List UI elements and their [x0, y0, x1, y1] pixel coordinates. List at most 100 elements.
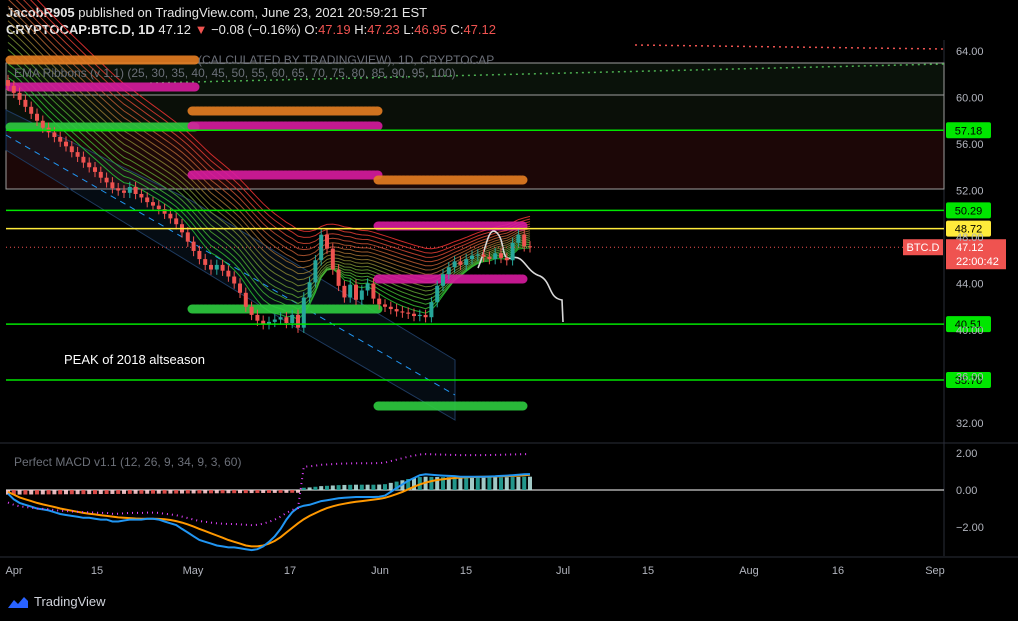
candle-body	[470, 255, 474, 260]
x-tick-label: Sep	[925, 565, 945, 577]
macd-histogram-bar	[267, 490, 271, 493]
macd-histogram-bar	[307, 487, 312, 490]
candle-body	[81, 156, 86, 163]
candle-body	[52, 132, 57, 138]
candle-body	[220, 264, 225, 271]
macd-histogram-bar	[174, 490, 179, 494]
macd-histogram-bar	[336, 485, 341, 490]
macd-histogram-bar	[238, 490, 242, 494]
candle-body	[185, 232, 190, 242]
candle-body	[58, 137, 63, 142]
macd-histogram-bar	[522, 476, 527, 490]
macd-histogram-bar	[145, 490, 150, 494]
candle-body	[307, 282, 312, 298]
macd-histogram-bar	[371, 484, 376, 490]
candle-body	[371, 283, 376, 299]
ribbon-indicator-title[interactable]: EMA Ribbons (v 1.1) (25, 30, 35, 40, 45,…	[14, 66, 456, 80]
candle-body	[243, 292, 248, 307]
macd-histogram-bar	[319, 486, 324, 490]
candle-body	[110, 182, 115, 189]
candle-body	[11, 85, 16, 93]
candle[interactable]	[301, 292, 306, 333]
candle-body	[394, 309, 399, 312]
candle-body	[342, 285, 347, 298]
macd-histogram-bar	[29, 490, 34, 495]
x-tick-label: May	[183, 565, 204, 577]
macd-histogram-bar	[220, 490, 225, 494]
candle-body	[499, 253, 503, 258]
macd-histogram-bar	[162, 490, 167, 494]
candle-body	[429, 302, 434, 318]
candle-body	[64, 141, 68, 147]
x-tick-label: 15	[91, 565, 103, 577]
macd-histogram-bar	[40, 490, 45, 495]
macd-histogram-bar	[487, 477, 492, 490]
macd-histogram-bar	[93, 490, 97, 495]
y-tick-label: 44.00	[956, 279, 984, 291]
macd-histogram-bar	[290, 490, 295, 493]
macd-histogram-bar	[325, 485, 329, 490]
level-tag-text: 50.29	[955, 205, 983, 217]
candle-body	[151, 202, 155, 206]
macd-histogram-bar	[272, 490, 277, 493]
candle-body	[388, 306, 393, 310]
source-indicator-title[interactable]: (CALCULATED BY TRADINGVIEW), 1D, CRYPTOC…	[198, 53, 494, 67]
candle-body	[336, 269, 341, 286]
candle-body	[510, 242, 515, 261]
candle-body	[168, 213, 173, 219]
macd-histogram-bar	[330, 485, 335, 490]
peak-annotation: PEAK of 2018 altseason	[64, 352, 205, 367]
price-chart[interactable]: 57.1850.2948.7240.5135.70BTC.D 47.1222:00…	[0, 0, 1018, 621]
candle-body	[377, 298, 382, 305]
macd-histogram-bar	[528, 476, 532, 490]
candle-body	[104, 177, 109, 183]
candle-body	[249, 306, 254, 315]
y-tick-label: 40.00	[956, 325, 984, 337]
macd-histogram-bar	[296, 490, 300, 493]
candle-body	[98, 171, 103, 178]
candle-body	[354, 284, 358, 300]
candle-body	[255, 314, 260, 321]
macd-title[interactable]: Perfect MACD v1.1 (12, 26, 9, 34, 9, 3, …	[14, 455, 241, 469]
candle-body	[423, 314, 428, 318]
macd-histogram-bar	[232, 490, 237, 494]
y-tick-label: 60.00	[956, 93, 984, 105]
brand-name: TradingView	[34, 594, 106, 609]
candle-body	[40, 120, 45, 128]
macd-histogram-bar	[284, 490, 289, 493]
macd-histogram-bar	[46, 490, 51, 495]
level-tag-text: 57.18	[955, 125, 983, 137]
candle-body	[475, 254, 480, 256]
macd-histogram-bar	[493, 477, 498, 490]
y-tick-label: 52.00	[956, 186, 984, 198]
macd-histogram-bar	[104, 490, 109, 494]
macd-histogram-bar	[452, 477, 457, 490]
candle-body	[214, 264, 219, 270]
macd-histogram-bar	[359, 484, 364, 490]
macd-histogram-bar	[348, 484, 353, 490]
candle-body	[522, 234, 527, 247]
macd-tick-label: 0.00	[956, 485, 977, 497]
macd-histogram-bar	[313, 486, 318, 490]
macd-histogram-bar	[243, 490, 248, 494]
candle-body	[203, 259, 208, 265]
macd-histogram-bar	[458, 477, 463, 490]
candle-body	[504, 257, 509, 261]
candle-body	[290, 314, 295, 324]
candle-body	[493, 253, 498, 260]
macd-histogram-bar	[475, 477, 480, 490]
macd-histogram-bar	[481, 477, 486, 490]
y-tick-label: 48.00	[956, 232, 984, 244]
macd-histogram-bar	[377, 484, 382, 490]
candle-body	[69, 146, 74, 153]
y-tick-label: 36.00	[956, 372, 984, 384]
candle-body	[133, 187, 138, 194]
candle-body	[93, 167, 97, 172]
macd-histogram-bar	[133, 490, 138, 494]
tradingview-brand[interactable]: TradingView	[8, 594, 106, 609]
candle-body	[232, 276, 237, 284]
macd-histogram-bar	[499, 477, 503, 490]
macd-histogram-bar	[180, 490, 184, 494]
macd-histogram-bar	[185, 490, 190, 494]
macd-histogram-bar	[504, 477, 509, 490]
